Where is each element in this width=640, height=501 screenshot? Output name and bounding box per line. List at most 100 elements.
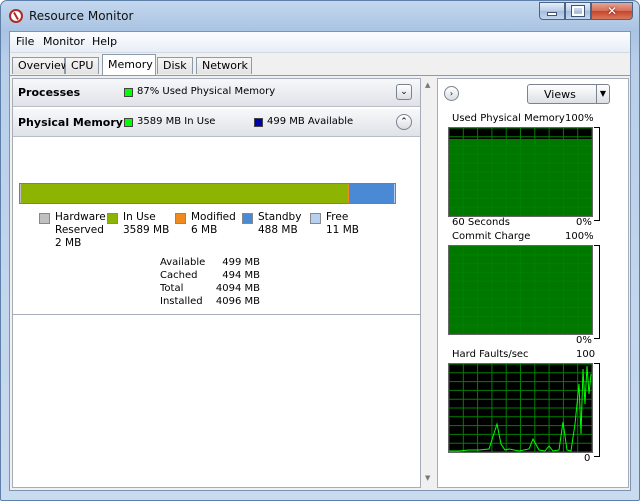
title-bar[interactable]: Resource Monitor ✕: [1, 1, 639, 31]
views-dropdown-button[interactable]: ▼: [596, 84, 610, 104]
available-indicator: [254, 118, 263, 127]
physical-memory-title: Physical Memory: [18, 116, 123, 129]
graphs-pane: › Views ▼ Used Physical Memory 100% 60 S…: [437, 78, 629, 488]
graph-used-physical-memory-max: 100%: [565, 113, 594, 124]
hardware-reserved-line1: Hardware: [55, 211, 106, 223]
stat-cached-value: 494 MB: [222, 270, 260, 281]
resource-monitor-app-icon: [9, 9, 23, 23]
used-physical-memory-plot: [449, 128, 592, 216]
caption-buttons: ✕: [539, 2, 633, 21]
client-area: File Monitor Help Overview CPU Memory Di…: [9, 31, 631, 491]
views-label: Views: [544, 88, 576, 101]
graph-hard-faults-title: Hard Faults/sec: [452, 349, 529, 360]
modified-value: 6 MB: [191, 224, 218, 236]
stat-available: Available 499 MB: [160, 256, 260, 269]
in-use-indicator: [124, 118, 133, 127]
stat-total: Total 4094 MB: [160, 282, 260, 295]
in-use-info: 3589 MB In Use: [137, 116, 216, 127]
modified-swatch: [175, 213, 186, 224]
processes-section-header[interactable]: Processes 87% Used Physical Memory ⌄: [13, 79, 420, 107]
chevron-up-icon: ⌃: [400, 117, 408, 127]
memory-bar-standby: [349, 184, 394, 203]
memory-bar-free: [394, 184, 395, 203]
graph-used-physical-memory-title: Used Physical Memory: [452, 113, 565, 124]
graph-commit-charge: [448, 245, 593, 335]
physical-memory-section-header[interactable]: Physical Memory 3589 MB In Use 499 MB Av…: [13, 109, 420, 137]
toggle-graph-pane-button[interactable]: ›: [444, 86, 459, 101]
section-divider: [13, 314, 420, 315]
tab-strip: Overview CPU Memory Disk Network: [10, 53, 630, 76]
minimize-button[interactable]: [539, 2, 565, 20]
tab-network[interactable]: Network: [196, 57, 252, 74]
memory-usage-bar: [19, 183, 396, 204]
stat-available-value: 499 MB: [222, 257, 260, 268]
processes-indicator: [124, 88, 133, 97]
graph-commit-charge-title: Commit Charge: [452, 231, 531, 242]
menu-bar: File Monitor Help: [10, 32, 630, 53]
stat-available-label: Available: [160, 257, 206, 268]
minimize-icon: [547, 12, 557, 16]
graph-hard-faults: [448, 363, 593, 453]
hardware-reserved-value: 2 MB: [55, 237, 82, 249]
in-use-value: 3589 MB: [123, 224, 170, 236]
stat-cached-label: Cached: [160, 270, 198, 281]
graph-hard-faults-min: 0: [584, 453, 591, 464]
available-info: 499 MB Available: [267, 116, 354, 127]
tab-cpu[interactable]: CPU: [65, 57, 99, 74]
stat-installed-label: Installed: [160, 296, 203, 307]
collapse-physical-memory-button[interactable]: ⌃: [396, 114, 412, 130]
expand-processes-button[interactable]: ⌄: [396, 84, 412, 100]
maximize-icon: [571, 5, 585, 17]
window-title: Resource Monitor: [29, 9, 134, 23]
in-use-label: In Use: [123, 211, 156, 223]
free-swatch: [310, 213, 321, 224]
graph-used-physical-memory: [448, 127, 593, 217]
processes-info: 87% Used Physical Memory: [137, 86, 276, 97]
stat-cached: Cached 494 MB: [160, 269, 260, 282]
tab-memory[interactable]: Memory: [102, 54, 156, 75]
menu-help[interactable]: Help: [92, 35, 117, 48]
memory-stats: Available 499 MB Cached 494 MB Total 4094 M…: [160, 256, 260, 308]
stat-total-value: 4094 MB: [215, 283, 260, 294]
graph-2-scale: [594, 245, 600, 339]
standby-swatch: [242, 213, 253, 224]
commit-charge-plot: [449, 246, 592, 334]
in-use-swatch: [107, 213, 118, 224]
maximize-button[interactable]: [565, 2, 591, 20]
resource-monitor-window: Resource Monitor ✕ File Monitor Help Ove…: [0, 0, 640, 501]
hard-faults-plot: [449, 364, 592, 452]
chevron-right-icon: ›: [449, 89, 454, 98]
free-value: 11 MB: [326, 224, 359, 236]
tab-overview[interactable]: Overview: [12, 57, 70, 74]
graph-1-scale: [594, 127, 600, 221]
stat-installed-value: 4096 MB: [215, 296, 260, 307]
processes-title: Processes: [18, 86, 81, 99]
hardware-reserved-line2: Reserved: [55, 224, 104, 236]
standby-value: 488 MB: [258, 224, 298, 236]
stat-total-label: Total: [160, 283, 184, 294]
graph-3-scale: [594, 363, 600, 457]
graph-commit-charge-max: 100%: [565, 231, 594, 242]
graph-used-physical-memory-min: 0%: [576, 217, 592, 228]
tab-disk[interactable]: Disk: [157, 57, 193, 74]
dropdown-arrow-icon: ▼: [599, 89, 607, 98]
modified-label: Modified: [191, 211, 236, 223]
hardware-reserved-swatch: [39, 213, 50, 224]
scroll-down-icon[interactable]: ▼: [425, 474, 430, 482]
close-icon: ✕: [606, 4, 618, 18]
scroll-up-icon[interactable]: ▲: [425, 81, 430, 89]
graph-hard-faults-max: 100: [576, 349, 596, 360]
close-button[interactable]: ✕: [591, 2, 633, 20]
menu-monitor[interactable]: Monitor: [43, 35, 85, 48]
vertical-scrollbar[interactable]: ▲ ▼: [423, 78, 435, 488]
views-button[interactable]: Views: [527, 84, 598, 104]
graph-time-span: 60 Seconds: [452, 217, 510, 228]
stat-installed: Installed 4096 MB: [160, 295, 260, 308]
graph-commit-charge-min: 0%: [576, 335, 592, 346]
detail-pane: Processes 87% Used Physical Memory ⌄ Phy…: [12, 78, 421, 488]
free-label: Free: [326, 211, 349, 223]
standby-label: Standby: [258, 211, 302, 223]
menu-file[interactable]: File: [16, 35, 34, 48]
chevron-down-icon: ⌄: [400, 87, 408, 97]
memory-bar-in-use: [21, 184, 349, 203]
